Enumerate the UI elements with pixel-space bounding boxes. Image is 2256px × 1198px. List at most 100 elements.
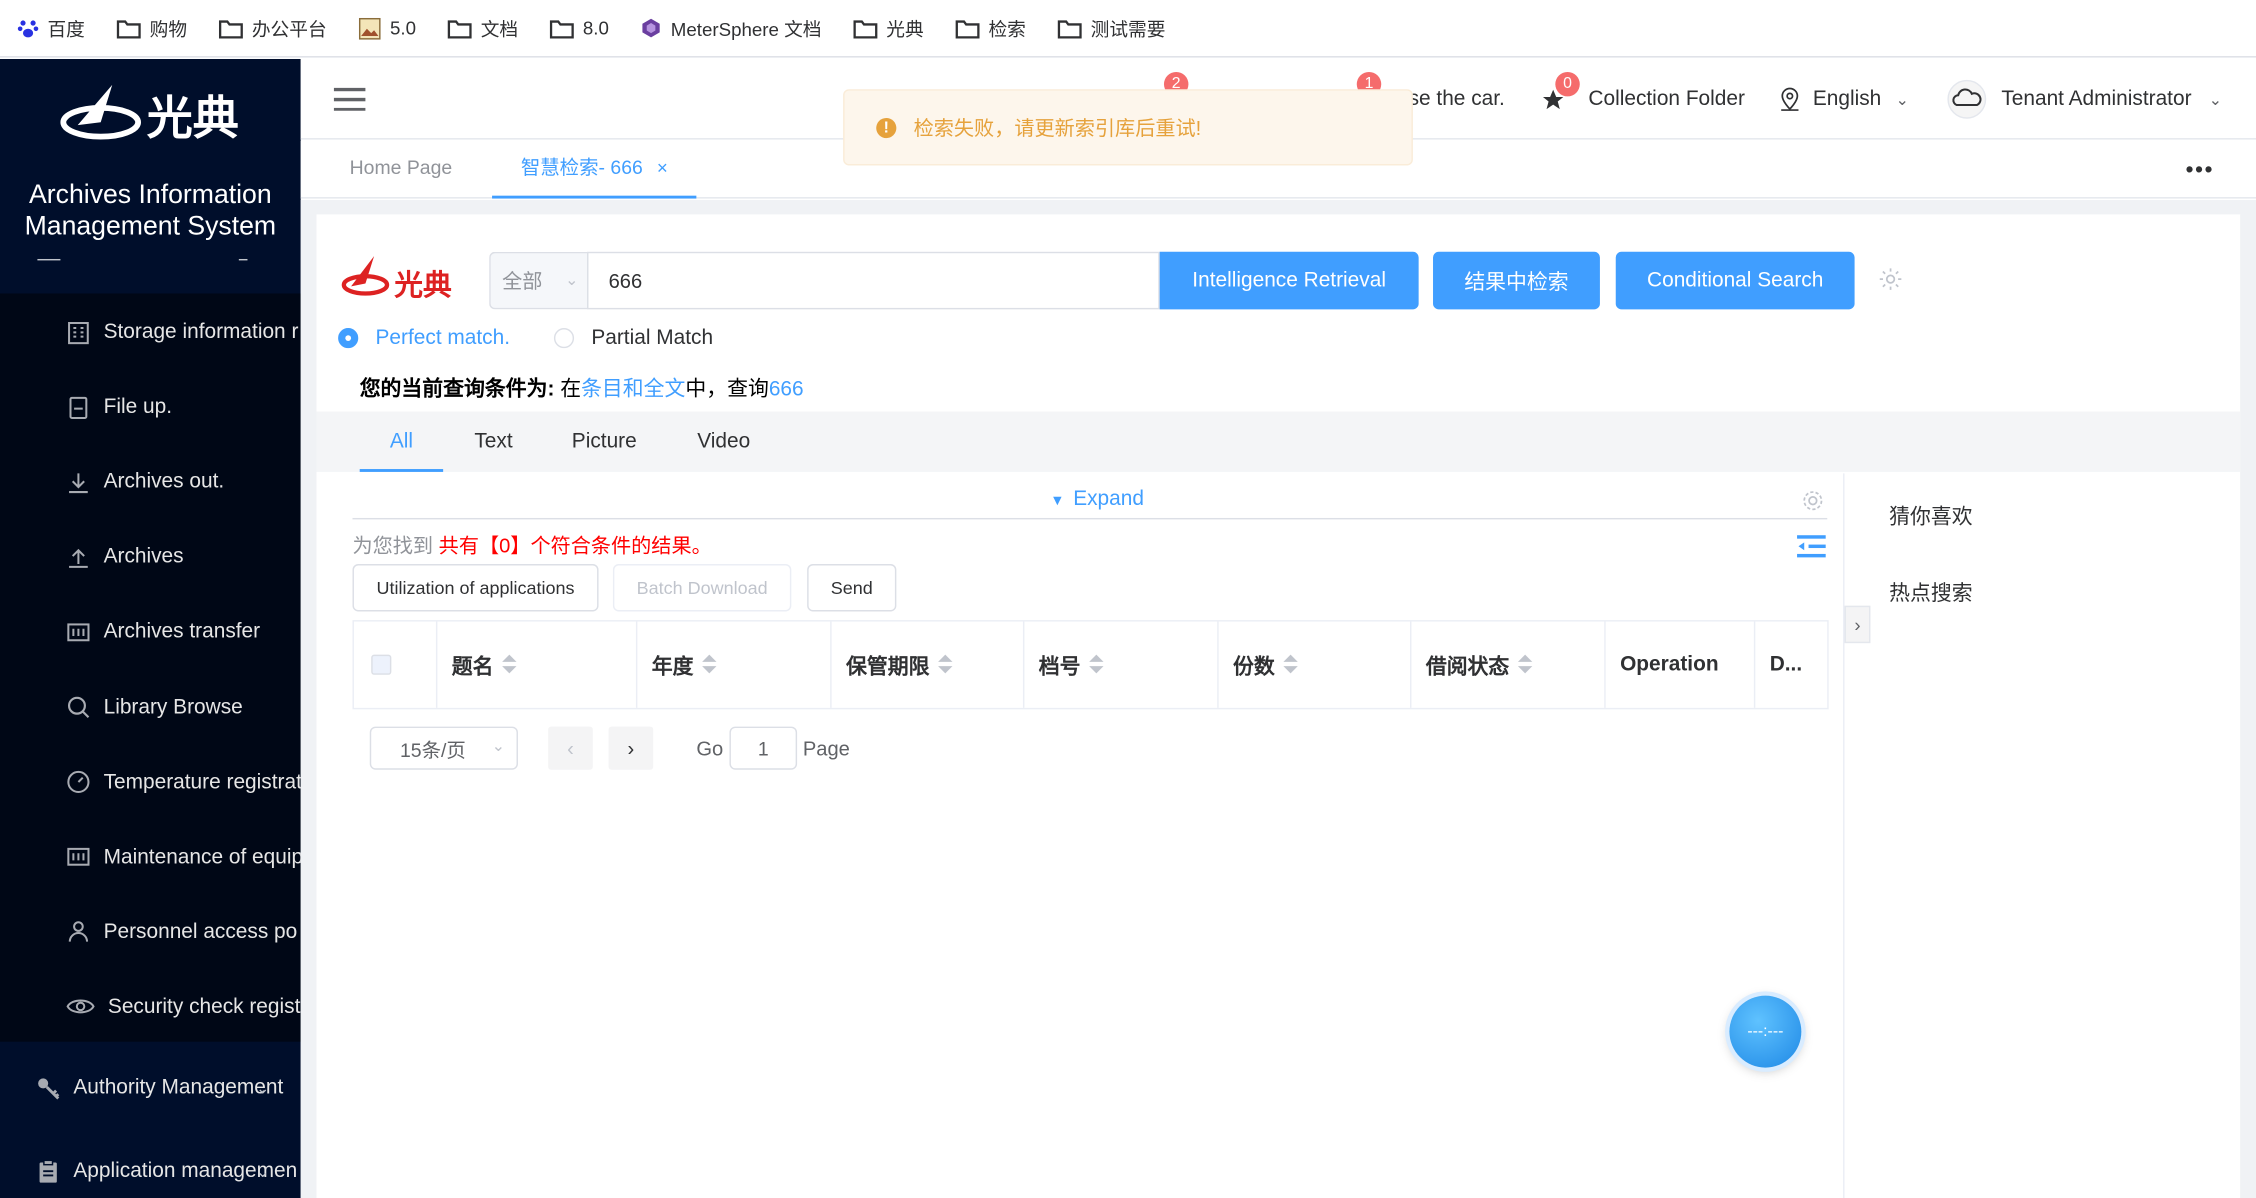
page-number-input[interactable] [729, 726, 798, 770]
tab-close-icon[interactable]: × [657, 157, 668, 179]
batch-download-button[interactable]: Batch Download [612, 564, 792, 612]
sidebar-item[interactable]: Temperature registrat [0, 745, 301, 820]
person-icon [66, 920, 103, 944]
column-header[interactable]: 档号 [1024, 621, 1219, 708]
column-title: 档号 [1038, 655, 1081, 679]
sidebar-item[interactable]: Archives transfer [0, 595, 301, 670]
tab-smart-search[interactable]: 智慧检索- 666 × [492, 141, 697, 199]
query-condition: 您的当前查询条件为: 在条目和全文中，查询666 [360, 373, 804, 403]
sidebar-logo[interactable]: 光典 [58, 79, 245, 148]
partial-match-label: Partial Match [591, 326, 714, 350]
sidebar-item[interactable]: Personnel access po [0, 895, 301, 970]
bookmark-item[interactable]: 测试需要 [1057, 14, 1165, 41]
expand-toggle[interactable]: ▼ Expand [1050, 488, 1144, 511]
sidebar-item[interactable]: File up. [0, 370, 301, 445]
tab-picture[interactable]: Picture [558, 411, 650, 471]
hamburger-menu-icon[interactable] [333, 87, 366, 118]
bookmark-label: 检索 [988, 18, 1026, 41]
main-area: 光典 全部 ⌄ Intelligence Retrieval 结果中检索 Con… [300, 199, 2256, 1198]
more-options-icon[interactable]: ••• [2186, 158, 2215, 184]
sidebar-item-label: Storage information r [103, 320, 299, 344]
language-select[interactable]: English ⌄ [1777, 59, 1909, 140]
settings-gear-icon[interactable] [1878, 266, 1904, 292]
folder-icon [550, 18, 583, 38]
collection-folder[interactable]: Collection Folder [1541, 59, 1745, 140]
conditional-search-button[interactable]: Conditional Search [1615, 251, 1855, 310]
result-prefix: 为您找到 [352, 533, 439, 557]
sort-icon[interactable] [702, 654, 717, 675]
scope-select[interactable]: 全部 ⌄ [489, 251, 588, 310]
sort-icon[interactable] [1517, 654, 1533, 675]
column-header[interactable]: 保管期限 [832, 621, 1025, 708]
bookmark-item[interactable]: 光典 [853, 14, 924, 41]
column-header[interactable]: 借阅状态 [1411, 621, 1606, 708]
tab-all[interactable]: All [359, 411, 444, 472]
bookmark-item[interactable]: 检索 [955, 14, 1026, 41]
sidebar-item[interactable]: Security check regist [0, 970, 301, 1045]
download-icon [66, 470, 103, 494]
sidebar-item[interactable]: Archives out. [0, 445, 301, 520]
settings-gear-icon[interactable] [1800, 488, 1826, 514]
tab-home-page[interactable]: Home Page [350, 141, 453, 199]
sidebar-item[interactable]: Maintenance of equip [0, 820, 301, 895]
list-indent-icon[interactable] [1797, 534, 1826, 560]
caret-down-icon: ▼ [1050, 493, 1065, 510]
sort-icon[interactable] [938, 654, 953, 675]
select-all-checkbox[interactable] [371, 654, 392, 675]
bookmark-item[interactable]: 购物 [116, 14, 187, 41]
sidebar-group[interactable]: Authority Management ⌄ [0, 1047, 301, 1128]
sidebar-group[interactable]: Application managemen ⌄ [0, 1131, 301, 1198]
tab-video[interactable]: Video [683, 411, 764, 471]
right-panel-divider [1843, 473, 1845, 1198]
chevron-down-icon: ⌄ [1895, 91, 1909, 109]
search-input[interactable] [587, 251, 1160, 310]
utilization-button[interactable]: Utilization of applications [352, 564, 599, 612]
search-card: 光典 全部 ⌄ Intelligence Retrieval 结果中检索 Con… [316, 214, 2241, 1198]
sidebar-item[interactable]: Archives [0, 520, 301, 595]
chevron-down-icon: ⌄ [2208, 91, 2223, 109]
sidebar-item[interactable]: Storage information r [0, 295, 301, 370]
bookmark-item[interactable]: MeterSphere 文档 [641, 14, 822, 41]
sidebar-logo-text: 光典 [147, 91, 239, 145]
bookmark-item[interactable]: 百度 [17, 14, 85, 41]
floating-assistant-button[interactable]: ---:--- [1729, 995, 1802, 1068]
sort-icon[interactable] [1089, 654, 1104, 675]
search-in-results-button[interactable]: 结果中检索 [1433, 251, 1600, 310]
perfect-match-radio[interactable]: Perfect match. [338, 327, 510, 350]
toast-message: 检索失败，请更新索引库后重试! [913, 115, 1202, 139]
radio-checked-icon [338, 328, 359, 349]
sort-icon[interactable] [1283, 654, 1298, 675]
chevron-down-icon: ⌄ [256, 1079, 270, 1098]
page-size-select[interactable]: 15条/页 ⌄ [369, 726, 518, 770]
bookmark-item[interactable]: 办公平台 [219, 14, 327, 41]
column-header[interactable]: 份数 [1219, 621, 1412, 708]
intelligence-retrieval-button[interactable]: Intelligence Retrieval [1159, 251, 1419, 310]
car-link[interactable]: se the car. [1409, 59, 1505, 140]
next-page-button[interactable]: › [608, 726, 654, 770]
user-menu[interactable]: Tenant Administrator ⌄ [1947, 59, 2222, 140]
column-title: 题名 [451, 655, 494, 679]
collapse-panel-button[interactable]: › [1844, 605, 1871, 644]
go-label: Go [696, 736, 724, 760]
bookmark-item[interactable]: 8.0 [550, 17, 609, 39]
column-header[interactable]: 题名 [437, 621, 638, 708]
filter-tabs: All Text Picture Video [316, 411, 2241, 472]
condition-in: 在 [560, 378, 582, 402]
folder-icon [116, 18, 150, 38]
send-button[interactable]: Send [807, 564, 897, 612]
bookmark-item[interactable]: 5.0 [358, 17, 416, 40]
guess-you-like[interactable]: 猜你喜欢 [1889, 501, 1972, 531]
hot-search[interactable]: 热点搜索 [1889, 577, 1972, 607]
bookmark-item[interactable]: 文档 [447, 14, 518, 41]
tab-text[interactable]: Text [460, 411, 526, 471]
partial-match-radio[interactable]: Partial Match [553, 326, 714, 350]
sidebar-item-label: Library Browse [103, 695, 243, 719]
system-title-line1: Archives Information [29, 178, 272, 209]
column-header[interactable]: 年度 [637, 621, 832, 708]
sidebar-item[interactable]: Library Browse [0, 670, 301, 745]
sort-icon[interactable] [502, 654, 517, 675]
sidebar-item-label: Security check regist [107, 995, 301, 1019]
sidebar-item-label: File up. [103, 395, 173, 419]
condition-scope: 条目和全文 [581, 378, 686, 402]
prev-page-button[interactable]: ‹ [548, 726, 593, 770]
